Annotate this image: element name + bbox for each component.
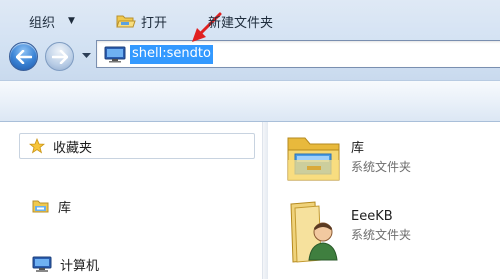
open-label: 打开	[141, 15, 168, 31]
list-item[interactable]: 库 系统文件夹	[285, 128, 411, 186]
sidebar-item-favorites[interactable]: 收藏夹	[19, 133, 255, 159]
sidebar-item-libraries[interactable]: 库	[32, 196, 71, 216]
user-folder-icon	[290, 201, 338, 263]
recent-pages-dropdown[interactable]	[80, 50, 92, 62]
item-name: EeeKB	[351, 209, 393, 224]
back-arrow-icon	[15, 49, 32, 64]
address-input[interactable]: shell:sendto	[130, 44, 213, 64]
new-folder-label: 新建文件夹	[208, 15, 274, 31]
computer-icon	[32, 256, 52, 272]
sidebar-item-label: 库	[58, 200, 72, 216]
forward-button[interactable]	[45, 42, 74, 71]
list-item[interactable]: EeeKB 系统文件夹	[285, 200, 411, 266]
open-button[interactable]: 打开	[116, 11, 167, 31]
sidebar-item-label: 计算机	[60, 258, 100, 274]
library-icon	[32, 200, 49, 213]
sidebar-item-label: 收藏夹	[53, 140, 93, 156]
chevron-down-icon	[81, 53, 91, 58]
library-folder-icon	[287, 137, 340, 181]
command-toolbar	[0, 80, 500, 122]
new-folder-button[interactable]: 新建文件夹	[208, 11, 273, 31]
star-icon	[29, 138, 45, 154]
chevron-down-icon: ▼	[68, 16, 75, 26]
sidebar-item-computer[interactable]: 计算机	[32, 254, 99, 274]
folder-open-icon	[116, 15, 136, 28]
organize-button[interactable]: 组织 ▼	[29, 11, 75, 31]
forward-arrow-icon	[51, 49, 68, 64]
address-bar[interactable]: shell:sendto	[96, 40, 500, 68]
organize-label: 组织	[29, 15, 56, 31]
item-type: 系统文件夹	[351, 228, 412, 242]
item-name: 库	[351, 141, 365, 156]
computer-icon	[103, 45, 127, 63]
item-type: 系统文件夹	[351, 160, 412, 174]
back-button[interactable]	[9, 42, 38, 71]
